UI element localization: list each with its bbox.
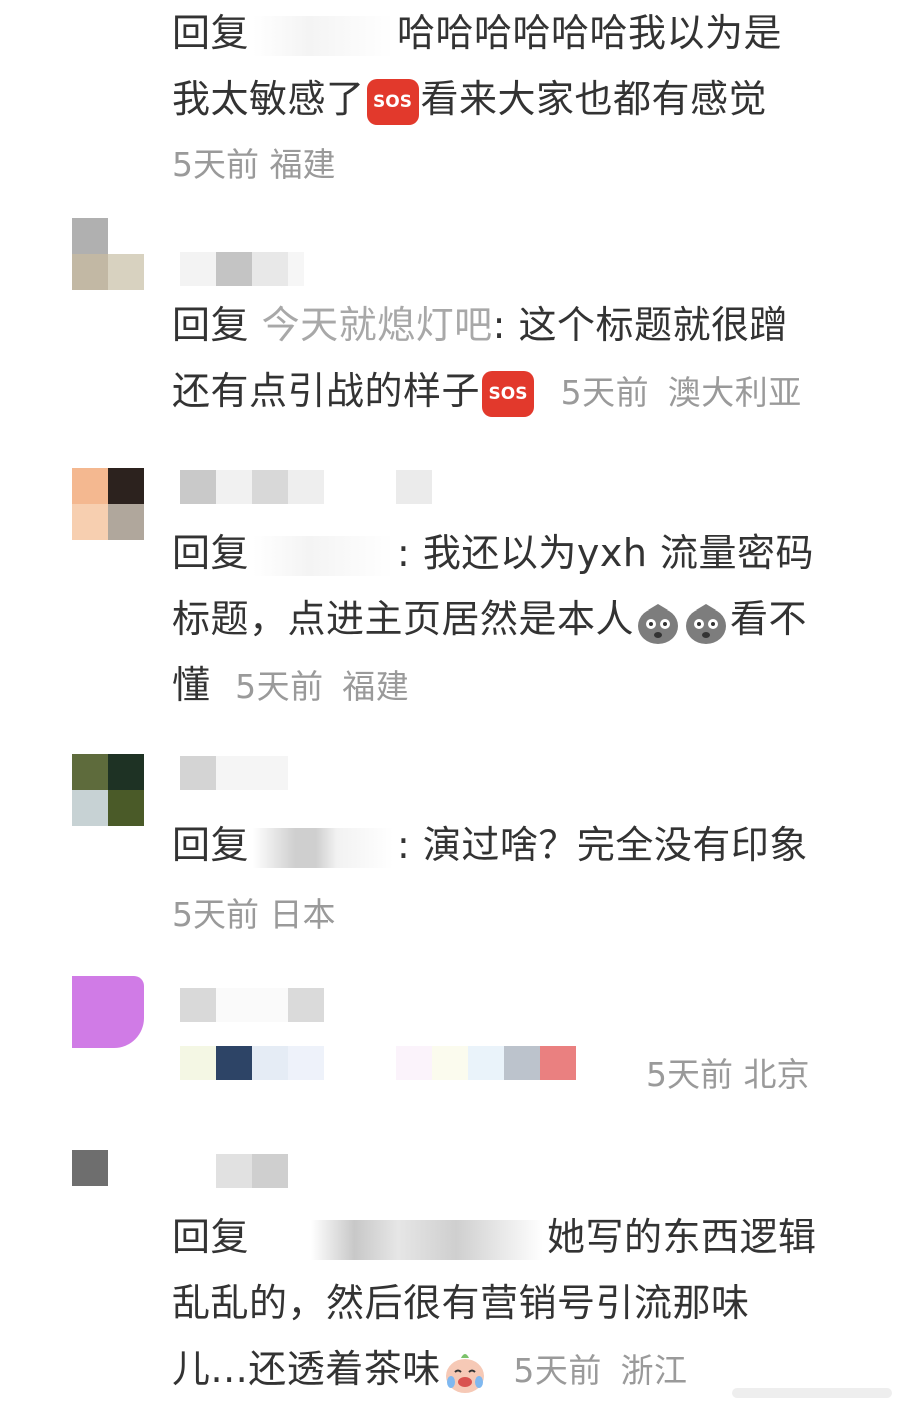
comment-line2a: 标题，点进主页居然是本人 [172,597,635,641]
comment-meta: 5天前 福建 [172,140,336,190]
comment-time: 5天前 [172,895,259,934]
reply-label: 回复 [172,823,250,867]
reply-label: 回复 [172,11,250,55]
comment-text: 回复 哈哈哈哈哈哈我以为是 我太敏感了 SOS 看来大家也都有感觉 [172,0,872,132]
blurred-username[interactable] [180,470,432,504]
shocked-blob-icon [686,603,727,644]
blurred-reply-target[interactable] [253,1219,544,1260]
comment-line2a: 我太敏感了 [172,77,365,121]
comment-location: 福建 [342,667,410,706]
reply-target-name[interactable]: 今天就熄灯吧 [262,303,493,347]
blurred-reply-target[interactable] [253,535,394,576]
comment-line2b: 看来大家也都有感觉 [420,77,768,121]
comment-text: 回复 今天就熄灯吧: 这个标题就很蹭 还有点引战的样子 SOS 5天前 澳大利亚 [172,292,872,426]
comment-time: 5天前 [172,145,259,184]
comment-text: 回复 : 我还以为yxh 流量密码 标题，点进主页居然是本人 看不 懂 5天前 福建 [172,520,872,720]
comment-line2a: 还有点引战的样子 [172,369,481,413]
comment-line1: 哈哈哈哈哈哈我以为是 [397,11,783,55]
comment-location: 福建 [269,145,336,184]
avatar[interactable] [72,1150,144,1222]
blurred-username[interactable] [180,756,288,790]
reply-label: 回复 [172,1215,250,1259]
comment-text: 回复 : 演过啥？完全没有印象 [172,812,872,878]
sos-icon: SOS [366,78,419,125]
comment-line1: : 这个标题就很蹭 [492,303,789,347]
avatar[interactable] [72,976,144,1048]
blurred-username[interactable] [216,1154,288,1188]
comment-meta: 5天前 北京 [646,1050,810,1100]
blurred-comment-content [180,1046,576,1080]
comment-text: 回复 她写的东西逻辑 乱乱的，然后很有营销号引流那味 儿...还透着茶味 5天前 … [172,1204,872,1404]
sos-icon: SOS [482,370,535,417]
blurred-username [253,15,394,56]
comment-time: 5天前 [646,1055,733,1094]
comment-line2a: 乱乱的，然后很有营销号引流那味 [172,1281,750,1325]
blurred-username[interactable] [180,988,324,1022]
comment-location: 日本 [269,895,336,934]
comment-time: 5天前 [560,373,650,412]
reply-label: 回复 [172,303,250,347]
avatar[interactable] [72,218,144,290]
shocked-blob-icon [638,603,679,644]
comment-line1: : 演过啥？完全没有印象 [397,823,808,867]
crying-laughing-icon [445,1353,484,1393]
blurred-reply-target[interactable] [253,827,394,868]
comment-line1: : 我还以为yxh 流量密码 [397,531,815,575]
blurred-username[interactable] [180,252,304,286]
avatar[interactable] [72,754,144,826]
comment-location: 北京 [743,1055,810,1094]
comment-line3: 懂 [172,663,211,707]
avatar[interactable] [72,468,144,540]
comment-line1: 她写的东西逻辑 [547,1215,817,1259]
comment-meta: 5天前 日本 [172,890,336,940]
scroll-indicator[interactable] [732,1388,892,1398]
comment-line3: 儿...还透着茶味 [172,1347,441,1391]
comment-location: 澳大利亚 [667,373,802,412]
reply-label: 回复 [172,531,250,575]
comment-line2b: 看不 [730,597,808,641]
comment-time: 5天前 [235,667,324,706]
comment-time: 5天前 [513,1351,602,1390]
comment-location: 浙江 [620,1351,688,1390]
